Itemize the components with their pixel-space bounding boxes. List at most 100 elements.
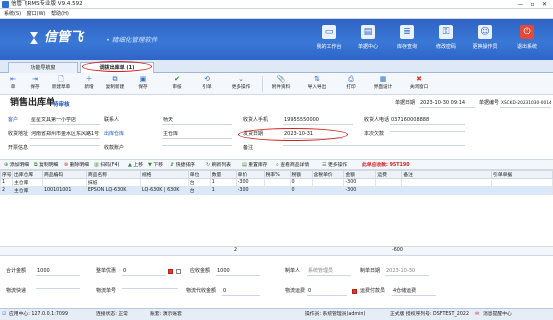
customer-label[interactable]: 客户	[8, 117, 18, 124]
customer-field[interactable]: 星星文具第一小学店	[30, 117, 100, 125]
col-tax-rate[interactable]: 税率%	[263, 170, 291, 179]
app-banner: 信管飞 • 精细化管理软件 ▭ 我的工作台 ▤ 单据中心 ≣ 库存查询 ⚿ 修改…	[0, 19, 553, 60]
account-field[interactable]	[162, 145, 232, 146]
col-note[interactable]: 备注	[401, 170, 493, 179]
toolbar-audit-button[interactable]: ✔ 审核	[166, 74, 188, 94]
toolbar-copy-new-button[interactable]: ⧉ 复制新建	[100, 74, 130, 94]
toolbar-next-button[interactable]: ⇥ 保存	[24, 74, 46, 94]
toolbar-add-button[interactable]: ＋新增	[78, 74, 100, 94]
toolbar-save-button[interactable]: ▣ 保存	[132, 74, 154, 94]
remaining-label: 本次欠款	[364, 131, 385, 137]
message-icon[interactable]: ✉	[475, 311, 479, 319]
col-spec[interactable]: 规格	[139, 170, 189, 179]
toolbar-design-button[interactable]: ▦ 界面设计	[368, 74, 398, 94]
tracking-field[interactable]	[122, 288, 178, 289]
logistics-field[interactable]	[36, 288, 80, 289]
note-field[interactable]	[283, 145, 465, 146]
discount-settings-icon[interactable]	[176, 269, 181, 274]
tab-function-navigation[interactable]: 功能导航窗	[8, 62, 78, 73]
col-tax-price[interactable]: 含税单价	[311, 170, 345, 179]
toolbar-import-export-button[interactable]: ⇅ 导入导出	[302, 74, 332, 94]
col-tax[interactable]: 税额	[289, 170, 313, 179]
refresh-list-button[interactable]: ↻ 刷新列表	[206, 162, 231, 169]
change-password-button[interactable]: ⚿ 修改密码	[429, 23, 463, 57]
menu-system[interactable]: 系统(S)	[4, 9, 21, 19]
col-unit[interactable]: 单位	[187, 170, 211, 179]
shipping-pay-field[interactable]: 4仓储运费	[392, 288, 436, 296]
logistic-fee-label: 物流代收金额	[186, 288, 217, 294]
col-price[interactable]: 单价	[235, 170, 265, 179]
form-title: 销售出库单	[10, 98, 56, 108]
col-code[interactable]: 商品编码	[41, 170, 87, 179]
col-qty[interactable]: 数量	[209, 170, 237, 179]
invoice-field[interactable]	[30, 145, 100, 146]
close-window-button[interactable]: ✕	[540, 1, 549, 8]
document-center-button[interactable]: ▤ 单据中心	[351, 23, 385, 57]
toolbar-new-draft-button[interactable]: 🗋 新建草单	[46, 74, 76, 94]
delete-row-button[interactable]: ⊗ 删除明细	[64, 162, 89, 169]
col-index[interactable]: 序号	[0, 170, 13, 179]
address-field[interactable]: 河南省郑州市金水区东风路1号	[30, 131, 100, 139]
reset-icon: ▤	[242, 162, 247, 168]
toolbar-print-button[interactable]: ⎙ 打印	[340, 74, 362, 94]
maximize-button[interactable]: ▫	[528, 1, 537, 8]
move-down-button[interactable]: ▼ 下移	[148, 162, 163, 169]
move-up-button[interactable]: ▲ 上移	[128, 162, 143, 169]
warehouse-label[interactable]: 出库仓库	[104, 131, 124, 138]
reset-stock-button[interactable]: ▤ 重置库存	[242, 162, 267, 169]
phone-field[interactable]: 037160008888	[390, 117, 465, 125]
col-ref[interactable]: 引单单据	[491, 170, 553, 179]
my-workbench-button[interactable]: ▭ 我的工作台	[312, 23, 346, 57]
menu-bar: 系统(S) 窗口(W) 帮助(H)	[0, 9, 553, 19]
exit-system-button[interactable]: ⏻ 退出系统	[510, 23, 544, 57]
mobile-field[interactable]: 19955550000	[283, 117, 353, 125]
switch-operator-button[interactable]: ☺ 更换操作员	[468, 23, 502, 57]
barcode-icon: ▥	[94, 162, 99, 168]
table-row[interactable]: 2 主仓库 100101001 EPSON LQ-630K LQ-630K | …	[0, 186, 553, 195]
new-document-icon: 🗋	[58, 75, 64, 83]
contact-field[interactable]: 杨天	[162, 117, 232, 125]
warehouse-field[interactable]: 主仓库	[162, 131, 232, 139]
detail-toolbar: ⊕ 添加明细 ⧉ 复制明细 ⊗ 删除明细 ▥ 扫码(F4) ▲ 上移 ▼ 下移 …	[0, 159, 553, 170]
view-product-button[interactable]: ⌕ 查看商品详情	[276, 162, 309, 169]
discount-field[interactable]: 0	[122, 268, 166, 276]
inventory-query-button[interactable]: ≣ 库存查询	[390, 23, 424, 57]
plus-circle-icon: ⊕	[4, 162, 9, 168]
printer-icon: ⎙	[348, 75, 354, 83]
remaining-field[interactable]	[390, 131, 465, 132]
shipping-checkbox[interactable]	[352, 289, 357, 294]
subtotal-field: 1000	[36, 268, 80, 276]
toolbar-prev-button[interactable]: ⇤ 单	[2, 74, 24, 94]
menu-help[interactable]: 帮助(H)	[51, 9, 69, 19]
toolbar-reference-button[interactable]: ⟲ 引单	[196, 74, 218, 94]
col-freight[interactable]: 运费	[375, 170, 403, 179]
toolbar-close-window-button[interactable]: ✖ 关闭窗口	[404, 74, 434, 94]
copy-icon: ⧉	[34, 162, 38, 168]
address-label: 收货地址	[8, 131, 29, 137]
discount-checkbox[interactable]	[168, 269, 173, 274]
detail-more-button[interactable]: ☰ 更多操作	[322, 162, 347, 169]
toolbar-attachments-button[interactable]: 📎 附件资料	[266, 74, 296, 94]
scan-button[interactable]: ▥ 扫码(F4)	[94, 162, 119, 169]
add-row-button[interactable]: ⊕ 添加明细	[4, 162, 29, 169]
layout-icon: ▦	[379, 75, 387, 83]
quick-sort-button[interactable]: ⇵ 快捷排序	[170, 162, 195, 169]
app-logo-icon	[2, 1, 9, 8]
ship-date-highlight-oval	[238, 128, 348, 141]
shipping-field[interactable]: 0	[307, 288, 347, 296]
creator-label: 制单人	[285, 268, 301, 274]
document-tabs: 功能导航窗 调拨出库单 (1)	[0, 60, 553, 73]
col-name[interactable]: 商品名称	[85, 170, 141, 179]
minimize-button[interactable]: —	[516, 1, 525, 8]
copy-row-button[interactable]: ⧉ 复制明细	[34, 162, 58, 169]
doc-date-field[interactable]: 2023-10-30 09:14	[419, 100, 475, 108]
menu-window[interactable]: 窗口(W)	[27, 9, 46, 19]
logistic-fee-field[interactable]: 0	[222, 288, 260, 296]
col-warehouse[interactable]: 出库仓库	[11, 170, 43, 179]
import-export-icon: ⇅	[314, 75, 320, 83]
toolbar-more-button[interactable]: ⌄ 更多操作	[226, 74, 256, 94]
col-amount[interactable]: 金额	[343, 170, 377, 179]
table-row[interactable]: 1 主仓库 抹纸 台 1 -300 0 -300	[0, 178, 553, 187]
message-center-link[interactable]: 消息提醒中心	[483, 311, 512, 319]
arrow-left-icon: ⇤	[10, 75, 16, 83]
